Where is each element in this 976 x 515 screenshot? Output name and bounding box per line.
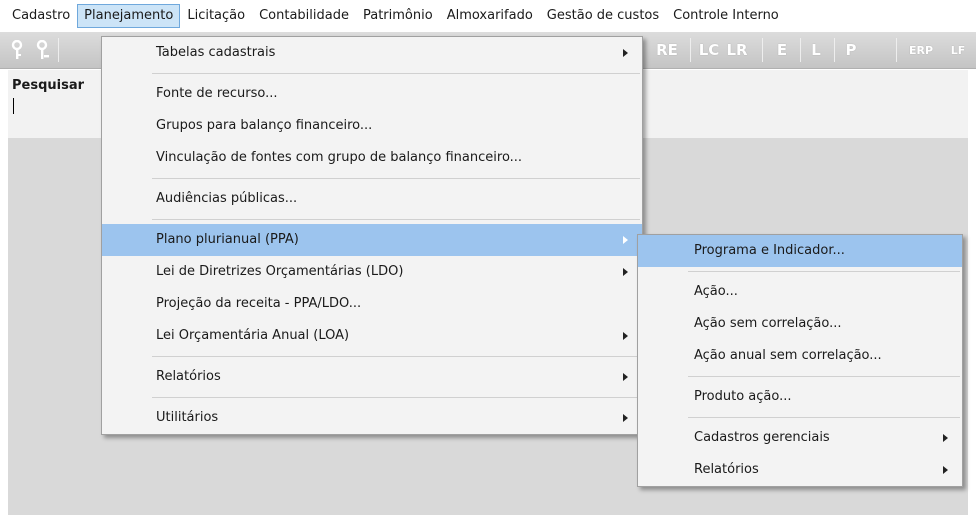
search-input-caret[interactable]: [13, 98, 14, 114]
submenu-arrow-icon: [623, 49, 628, 57]
submenu-arrow-icon: [943, 434, 948, 442]
menu-item-label: Plano plurianual (PPA): [156, 232, 299, 247]
toolbar-separator: [800, 38, 801, 62]
toolbar-separator: [834, 38, 835, 62]
menu-item-label: Cadastros gerenciais: [694, 430, 830, 445]
toolbar-button-lc[interactable]: LC: [696, 38, 722, 62]
menu-item-label: Produto ação...: [694, 389, 792, 404]
submenu-arrow-icon: [623, 414, 628, 422]
menubar-item-controle-interno[interactable]: Controle Interno: [666, 4, 786, 28]
menu-item-label: Programa e Indicador...: [694, 243, 845, 258]
menu-separator: [152, 397, 640, 398]
menu-item-acao-anual-sem-correlacao[interactable]: Ação anual sem correlação...: [638, 340, 962, 372]
menubar-item-cadastro[interactable]: Cadastro: [5, 4, 77, 28]
menu-item-vinculacao-de-fontes[interactable]: Vinculação de fontes com grupo de balanç…: [102, 142, 642, 174]
menu-separator: [688, 417, 960, 418]
toolbar-button-e[interactable]: E: [772, 38, 792, 62]
menu-item-label: Lei de Diretrizes Orçamentárias (LDO): [156, 264, 404, 279]
submenu-arrow-icon: [623, 236, 628, 244]
menu-separator: [152, 178, 640, 179]
menu-item-programa-e-indicador[interactable]: Programa e Indicador...: [638, 235, 962, 267]
toolbar-button-lf[interactable]: LF: [944, 38, 972, 62]
menubar-item-patrimonio[interactable]: Patrimônio: [356, 4, 440, 28]
ppa-submenu: Programa e Indicador... Ação... Ação sem…: [637, 234, 963, 487]
menu-item-fonte-de-recurso[interactable]: Fonte de recurso...: [102, 78, 642, 110]
menu-item-label: Utilitários: [156, 410, 219, 425]
menu-item-audiencias-publicas[interactable]: Audiências públicas...: [102, 183, 642, 215]
menu-item-label: Lei Orçamentária Anual (LOA): [156, 328, 350, 343]
submenu-arrow-icon: [623, 373, 628, 381]
menu-item-loa[interactable]: Lei Orçamentária Anual (LOA): [102, 320, 642, 352]
submenu-arrow-icon: [623, 332, 628, 340]
submenu-arrow-icon: [623, 268, 628, 276]
menu-item-label: Relatórios: [156, 369, 221, 384]
toolbar-button-erp[interactable]: ERP: [902, 38, 940, 62]
menubar-item-licitacao[interactable]: Licitação: [180, 4, 252, 28]
menu-item-label: Ação...: [694, 284, 738, 299]
menu-separator: [688, 271, 960, 272]
menu-item-label: Projeção da receita - PPA/LDO...: [156, 296, 362, 311]
menu-separator: [152, 219, 640, 220]
toolbar-button-re[interactable]: RE: [650, 38, 684, 62]
search-label: Pesquisar: [12, 78, 85, 93]
toolbar-button-lr[interactable]: LR: [724, 38, 750, 62]
menu-item-acao[interactable]: Ação...: [638, 276, 962, 308]
menu-item-cadastros-gerenciais[interactable]: Cadastros gerenciais: [638, 422, 962, 454]
menu-item-label: Ação sem correlação...: [694, 316, 842, 331]
menu-item-label: Audiências públicas...: [156, 191, 298, 206]
menu-item-relatorios[interactable]: Relatórios: [102, 361, 642, 393]
menu-item-projecao-da-receita[interactable]: Projeção da receita - PPA/LDO...: [102, 288, 642, 320]
menu-item-utilitarios[interactable]: Utilitários: [102, 402, 642, 434]
toolbar-separator: [690, 38, 691, 62]
toolbar-separator: [58, 38, 59, 62]
key-icon[interactable]: [6, 38, 28, 62]
menu-item-ldo[interactable]: Lei de Diretrizes Orçamentárias (LDO): [102, 256, 642, 288]
toolbar-separator: [762, 38, 763, 62]
menu-item-produto-acao[interactable]: Produto ação...: [638, 381, 962, 413]
submenu-arrow-icon: [943, 466, 948, 474]
menu-item-label: Ação anual sem correlação...: [694, 348, 882, 363]
menubar-item-gestao-de-custos[interactable]: Gestão de custos: [540, 4, 666, 28]
menu-item-grupos-balanco-financeiro[interactable]: Grupos para balanço financeiro...: [102, 110, 642, 142]
menu-item-label: Grupos para balanço financeiro...: [156, 118, 373, 133]
menu-item-label: Vinculação de fontes com grupo de balanç…: [156, 150, 523, 165]
key-logout-icon[interactable]: [32, 38, 54, 62]
menu-item-ppa-relatorios[interactable]: Relatórios: [638, 454, 962, 486]
menu-separator: [152, 73, 640, 74]
menubar-item-contabilidade[interactable]: Contabilidade: [252, 4, 356, 28]
menu-separator: [688, 376, 960, 377]
toolbar-button-l[interactable]: L: [806, 38, 826, 62]
menubar-item-almoxarifado[interactable]: Almoxarifado: [440, 4, 540, 28]
menu-item-acao-sem-correlacao[interactable]: Ação sem correlação...: [638, 308, 962, 340]
menu-bar: Cadastro Planejamento Licitação Contabil…: [0, 0, 976, 32]
toolbar-separator: [896, 38, 897, 62]
menubar-item-planejamento[interactable]: Planejamento: [77, 4, 181, 28]
toolbar-button-p[interactable]: P: [840, 38, 862, 62]
menu-separator: [152, 356, 640, 357]
menu-item-label: Fonte de recurso...: [156, 86, 278, 101]
menu-item-plano-plurianual[interactable]: Plano plurianual (PPA): [102, 224, 642, 256]
menu-item-label: Tabelas cadastrais: [156, 45, 276, 60]
menu-item-label: Relatórios: [694, 462, 759, 477]
planejamento-menu: Tabelas cadastrais Fonte de recurso... G…: [101, 36, 643, 435]
menu-item-tabelas-cadastrais[interactable]: Tabelas cadastrais: [102, 37, 642, 69]
